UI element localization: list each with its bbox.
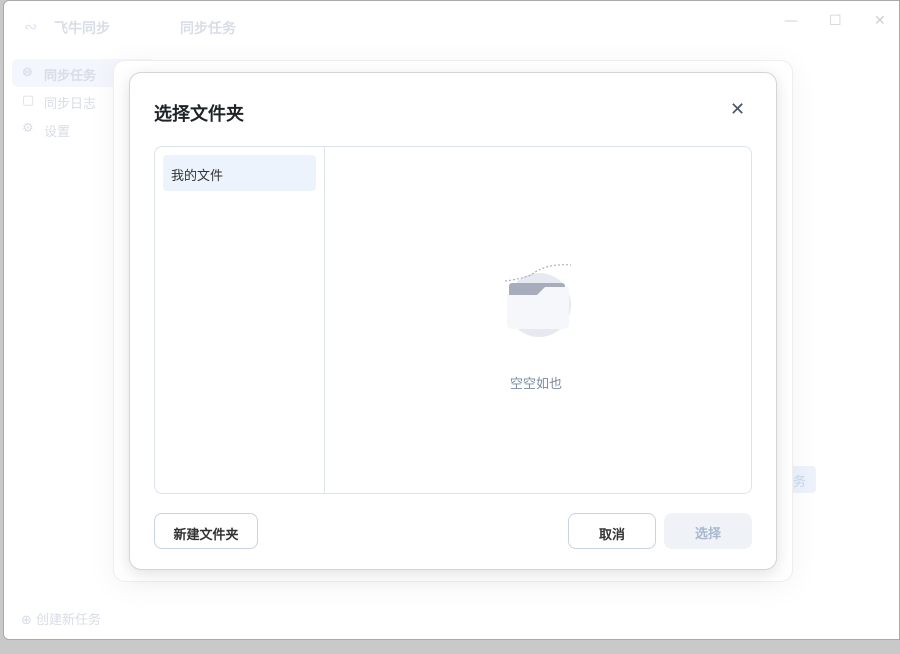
cancel-button[interactable]: 取消 — [568, 513, 656, 549]
select-folder-dialog: 选择文件夹 ✕ 我的文件 空空如也 新建文件夹 取消 选择 — [129, 72, 777, 570]
close-window-icon[interactable]: ✕ — [874, 13, 886, 29]
create-task-button[interactable]: ⊕ 创建新任务 — [21, 609, 101, 628]
minimize-icon[interactable]: — — [784, 13, 798, 29]
new-folder-button[interactable]: 新建文件夹 — [154, 513, 258, 549]
sync-circle-icon: ⊜ — [22, 65, 33, 80]
create-task-label: 创建新任务 — [36, 613, 102, 628]
dialog-title: 选择文件夹 — [154, 104, 244, 125]
page-title: 同步任务 — [180, 21, 236, 37]
app-title: 飞牛同步 — [54, 21, 110, 37]
sidebar-item-label: 同步日志 — [44, 97, 97, 112]
empty-state-text: 空空如也 — [510, 377, 563, 392]
sidebar-item-label: 设置 — [44, 125, 71, 140]
select-button[interactable]: 选择 — [664, 513, 752, 549]
gear-icon: ⚙ — [22, 121, 34, 136]
tree-item-my-files[interactable]: 我的文件 — [163, 155, 316, 191]
close-icon[interactable]: ✕ — [730, 99, 745, 120]
empty-folder-icon — [504, 264, 572, 337]
note-icon: ▢ — [22, 93, 35, 108]
maximize-icon[interactable]: ☐ — [829, 13, 842, 29]
folder-tree: 我的文件 — [155, 147, 325, 493]
folder-browser: 我的文件 空空如也 — [154, 146, 752, 494]
sidebar-item-label: 同步任务 — [44, 69, 97, 84]
app-logo-icon: ∾ — [24, 17, 38, 36]
